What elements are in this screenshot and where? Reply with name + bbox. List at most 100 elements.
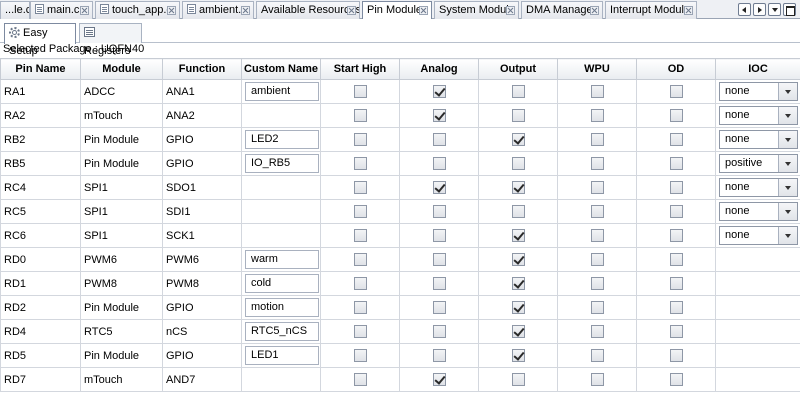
od-checkbox[interactable]	[669, 133, 683, 146]
output-checkbox[interactable]	[511, 373, 525, 386]
close-icon[interactable]	[590, 6, 599, 15]
chevron-down-icon[interactable]	[778, 227, 797, 244]
custom-name-field[interactable]: IO_RB5	[245, 154, 319, 173]
output-checkbox[interactable]	[511, 229, 525, 242]
analog-checkbox[interactable]	[432, 157, 446, 170]
od-checkbox[interactable]	[669, 253, 683, 266]
od-checkbox[interactable]	[669, 301, 683, 314]
table-row[interactable]: RB2 Pin Module GPIO LED2 none	[0, 127, 800, 152]
start-high-checkbox[interactable]	[353, 277, 367, 290]
scroll-tabs-right-icon[interactable]	[753, 3, 766, 16]
start-high-checkbox[interactable]	[353, 133, 367, 146]
analog-checkbox[interactable]	[432, 301, 446, 314]
wpu-checkbox[interactable]	[590, 349, 604, 362]
close-icon[interactable]	[419, 6, 428, 15]
custom-name-field[interactable]: LED1	[245, 346, 319, 365]
table-row[interactable]: RD1 PWM8 PWM8 cold	[0, 271, 800, 296]
wpu-checkbox[interactable]	[590, 277, 604, 290]
tab-pin-module[interactable]: Pin Module	[362, 1, 432, 20]
analog-checkbox[interactable]	[432, 181, 446, 194]
start-high-checkbox[interactable]	[353, 253, 367, 266]
table-row[interactable]: RD2 Pin Module GPIO motion	[0, 295, 800, 320]
tab-list-dropdown-icon[interactable]	[768, 3, 781, 16]
output-checkbox[interactable]	[511, 181, 525, 194]
start-high-checkbox[interactable]	[353, 181, 367, 194]
od-checkbox[interactable]	[669, 277, 683, 290]
scroll-tabs-left-icon[interactable]	[738, 3, 751, 16]
custom-name-field[interactable]: LED2	[245, 130, 319, 149]
table-row[interactable]: RA1 ADCC ANA1 ambient none	[0, 79, 800, 104]
output-checkbox[interactable]	[511, 157, 525, 170]
custom-name-field[interactable]: ambient	[245, 82, 319, 101]
tab-main-c[interactable]: main.c	[30, 1, 93, 19]
od-checkbox[interactable]	[669, 181, 683, 194]
ioc-select[interactable]: none	[719, 226, 798, 245]
od-checkbox[interactable]	[669, 157, 683, 170]
output-checkbox[interactable]	[511, 253, 525, 266]
analog-checkbox[interactable]	[432, 325, 446, 338]
output-checkbox[interactable]	[511, 133, 525, 146]
ioc-select[interactable]: positive	[719, 154, 798, 173]
analog-checkbox[interactable]	[432, 109, 446, 122]
custom-name-field[interactable]: motion	[245, 298, 319, 317]
od-checkbox[interactable]	[669, 109, 683, 122]
table-row[interactable]: RC4 SPI1 SDO1 none	[0, 175, 800, 200]
wpu-checkbox[interactable]	[590, 85, 604, 98]
tab-dma-manager[interactable]: DMA Manager	[521, 1, 603, 19]
custom-name-field[interactable]: warm	[245, 250, 319, 269]
tab-system-module[interactable]: System Module	[434, 1, 519, 19]
ioc-select[interactable]: none	[719, 82, 798, 101]
maximize-window-icon[interactable]	[783, 3, 796, 16]
table-row[interactable]: RA2 mTouch ANA2 none	[0, 103, 800, 128]
wpu-checkbox[interactable]	[590, 301, 604, 314]
chevron-down-icon[interactable]	[778, 131, 797, 148]
analog-checkbox[interactable]	[432, 373, 446, 386]
start-high-checkbox[interactable]	[353, 157, 367, 170]
wpu-checkbox[interactable]	[590, 157, 604, 170]
ioc-select[interactable]: none	[719, 202, 798, 221]
close-icon[interactable]	[241, 6, 250, 15]
column-header-custom-name[interactable]: Custom Name	[241, 58, 321, 80]
table-row[interactable]: RC6 SPI1 SCK1 none	[0, 223, 800, 248]
wpu-checkbox[interactable]	[590, 181, 604, 194]
table-row[interactable]: RD0 PWM6 PWM6 warm	[0, 247, 800, 272]
wpu-checkbox[interactable]	[590, 325, 604, 338]
analog-checkbox[interactable]	[432, 277, 446, 290]
start-high-checkbox[interactable]	[353, 373, 367, 386]
column-header-wpu[interactable]: WPU	[557, 58, 637, 80]
wpu-checkbox[interactable]	[590, 373, 604, 386]
od-checkbox[interactable]	[669, 325, 683, 338]
start-high-checkbox[interactable]	[353, 109, 367, 122]
wpu-checkbox[interactable]	[590, 109, 604, 122]
tab-easy-setup[interactable]: Easy Setup	[4, 23, 76, 57]
ioc-select[interactable]: none	[719, 130, 798, 149]
chevron-down-icon[interactable]	[778, 83, 797, 100]
analog-checkbox[interactable]	[432, 253, 446, 266]
wpu-checkbox[interactable]	[590, 253, 604, 266]
start-high-checkbox[interactable]	[353, 229, 367, 242]
tab-touch-app-c[interactable]: touch_app.c	[95, 1, 180, 19]
close-icon[interactable]	[347, 6, 356, 15]
output-checkbox[interactable]	[511, 205, 525, 218]
ioc-select[interactable]: none	[719, 178, 798, 197]
od-checkbox[interactable]	[669, 373, 683, 386]
wpu-checkbox[interactable]	[590, 133, 604, 146]
analog-checkbox[interactable]	[432, 205, 446, 218]
table-row[interactable]: RB5 Pin Module GPIO IO_RB5 positive	[0, 151, 800, 176]
output-checkbox[interactable]	[511, 325, 525, 338]
tab-interrupt-module[interactable]: Interrupt Module	[605, 1, 697, 19]
output-checkbox[interactable]	[511, 301, 525, 314]
close-icon[interactable]	[80, 6, 89, 15]
chevron-down-icon[interactable]	[778, 203, 797, 220]
output-checkbox[interactable]	[511, 109, 525, 122]
start-high-checkbox[interactable]	[353, 349, 367, 362]
output-checkbox[interactable]	[511, 349, 525, 362]
close-icon[interactable]	[167, 6, 176, 15]
tab-registers[interactable]: Registers	[79, 23, 142, 57]
ioc-select[interactable]: none	[719, 106, 798, 125]
column-header-pin-name[interactable]: Pin Name	[0, 58, 81, 80]
column-header-ioc[interactable]: IOC	[715, 58, 800, 80]
analog-checkbox[interactable]	[432, 133, 446, 146]
wpu-checkbox[interactable]	[590, 205, 604, 218]
wpu-checkbox[interactable]	[590, 229, 604, 242]
